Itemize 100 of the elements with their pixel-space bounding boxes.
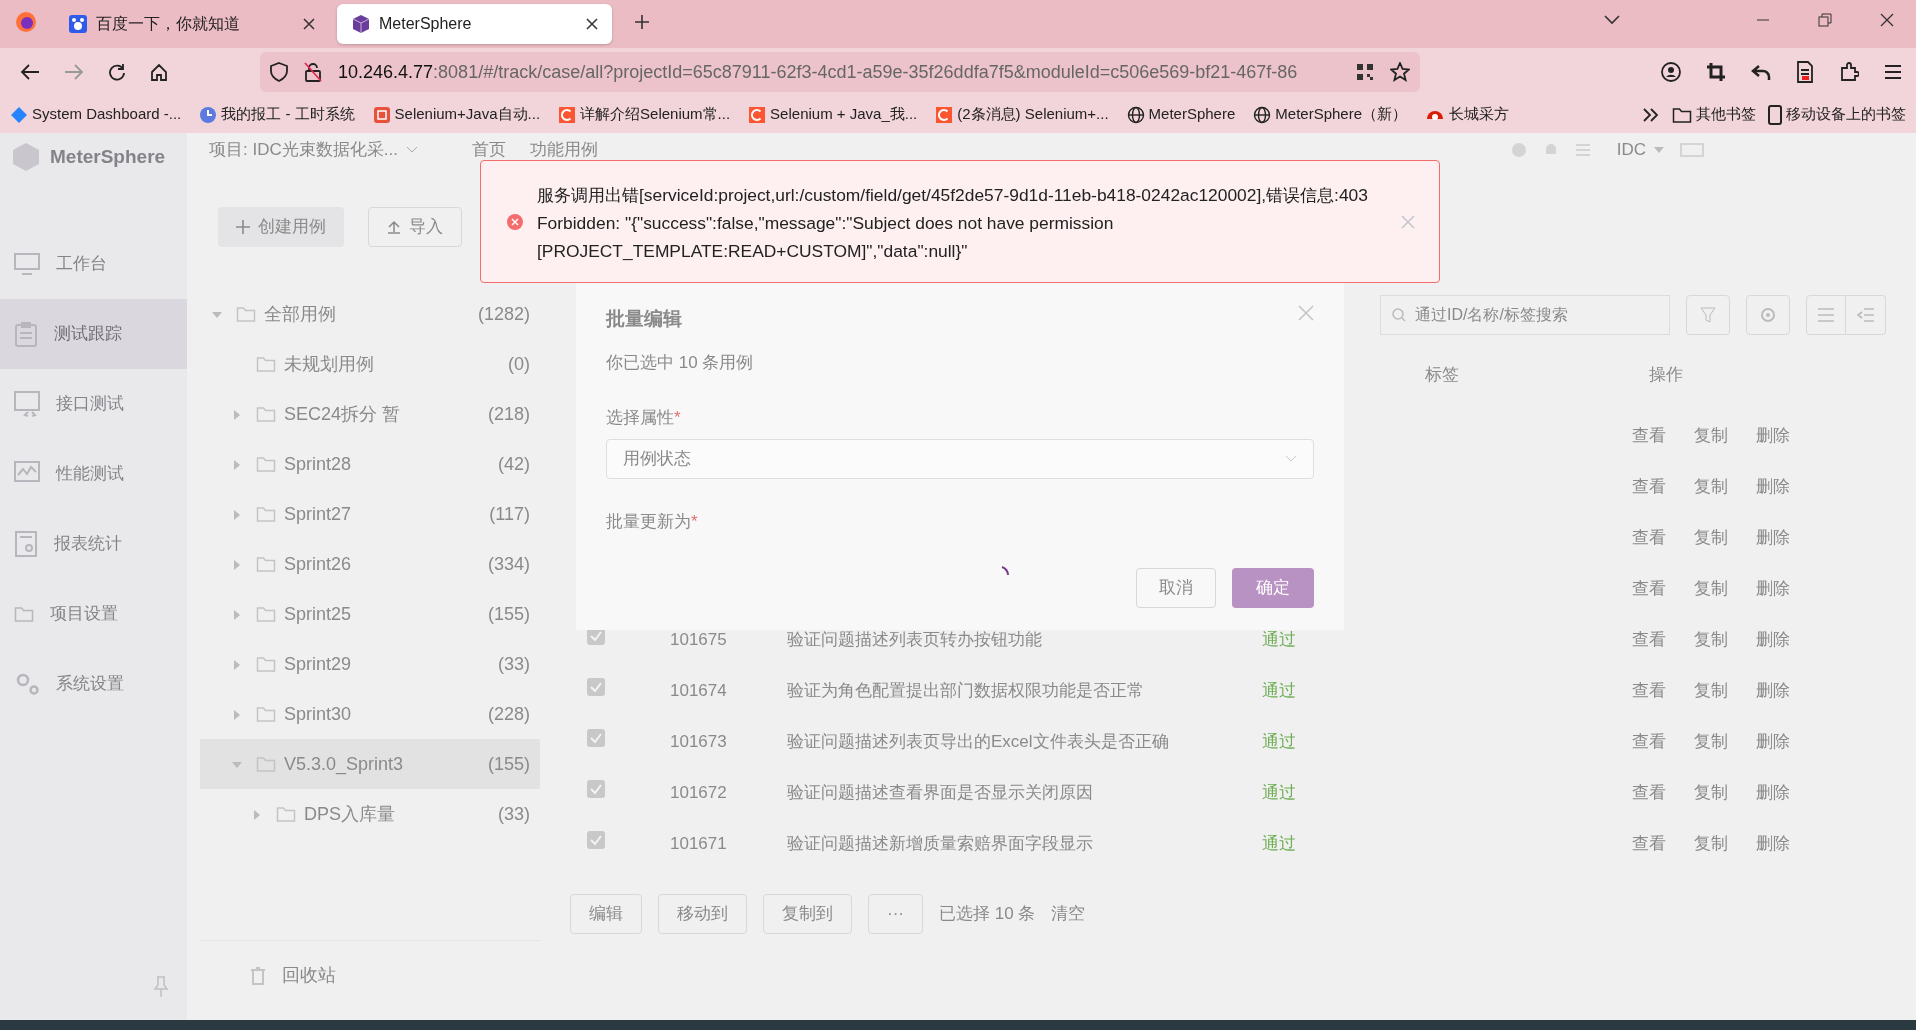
- close-icon[interactable]: [1880, 13, 1894, 27]
- bookmark-link[interactable]: MeterSphere: [1126, 103, 1236, 126]
- search-field[interactable]: 通过ID/名称/标签搜索: [1380, 295, 1670, 335]
- browser-tab[interactable]: 百度一下，你就知道: [54, 4, 329, 44]
- filter-button[interactable]: [1686, 295, 1730, 335]
- menu-icon[interactable]: [1884, 64, 1902, 80]
- bookmark-link[interactable]: MeterSphere（新）: [1253, 103, 1407, 126]
- action-link[interactable]: 删除: [1756, 830, 1790, 857]
- checkbox[interactable]: [587, 677, 605, 696]
- bookmark-folder[interactable]: 移动设备上的书签: [1768, 103, 1906, 126]
- restore-icon[interactable]: [1818, 13, 1832, 27]
- caret-right-icon[interactable]: [232, 559, 242, 570]
- puzzle-icon[interactable]: [1839, 62, 1859, 82]
- bookmark-link[interactable]: Selenium+Java自动...: [372, 103, 541, 126]
- action-link[interactable]: 删除: [1756, 779, 1790, 806]
- action-link[interactable]: 删除: [1756, 677, 1790, 704]
- footer-button[interactable]: ···: [868, 894, 923, 934]
- sidebar-item[interactable]: 项目设置: [0, 579, 187, 649]
- close-icon[interactable]: [586, 18, 598, 30]
- action-link[interactable]: 复制: [1694, 677, 1728, 704]
- plus-icon[interactable]: [634, 14, 650, 30]
- qr-code-icon[interactable]: [1356, 63, 1374, 81]
- tree-node[interactable]: SEC24拆分 暂 (218): [200, 389, 540, 439]
- action-link[interactable]: 查看: [1632, 473, 1666, 500]
- tree-node[interactable]: Sprint26 (334): [200, 539, 540, 589]
- sidebar-item[interactable]: 系统设置: [0, 649, 187, 719]
- caret-right-icon[interactable]: [232, 609, 242, 620]
- chevron-down-icon[interactable]: [1604, 15, 1620, 25]
- bookmark-folder[interactable]: 其他书签: [1672, 103, 1756, 126]
- tree-node[interactable]: DPS入库量 (33): [200, 789, 540, 839]
- undo-arrow-icon[interactable]: [1751, 63, 1771, 81]
- settings-button[interactable]: [1746, 295, 1790, 335]
- caret-right-icon[interactable]: [232, 409, 242, 420]
- caret-right-icon[interactable]: [232, 509, 242, 520]
- bookmark-link[interactable]: System Dashboard -...: [10, 103, 182, 126]
- address-bar[interactable]: 10.246.4.77:8081/#/track/case/all?projectId=65c87911-62f3-4cd1-a59e-35f26ddfa7f5&moduleId=c506e569-bf21-467f-86: [260, 52, 1420, 92]
- action-link[interactable]: 查看: [1632, 626, 1666, 653]
- bookmark-link[interactable]: (2条消息) Selenium+...: [935, 103, 1109, 126]
- action-link[interactable]: 删除: [1756, 524, 1790, 551]
- tree-node[interactable]: 未规划用例 (0): [200, 339, 540, 389]
- caret-down-icon[interactable]: [212, 309, 222, 320]
- star-icon[interactable]: [1390, 62, 1410, 82]
- bookmark-link[interactable]: 长城采方: [1425, 103, 1509, 126]
- action-link[interactable]: 复制: [1694, 524, 1728, 551]
- sidebar-item[interactable]: 性能测试: [0, 439, 187, 509]
- select-field[interactable]: 用例状态: [606, 438, 1314, 479]
- checkbox[interactable]: [587, 779, 605, 798]
- back-arrow-icon[interactable]: [20, 63, 40, 81]
- browser-tab[interactable]: MeterSphere: [337, 4, 612, 44]
- caret-right-icon[interactable]: [232, 709, 242, 720]
- caret-right-icon[interactable]: [232, 659, 242, 670]
- action-link[interactable]: 复制: [1694, 473, 1728, 500]
- sidebar-item[interactable]: 接口测试: [0, 369, 187, 439]
- action-link[interactable]: 删除: [1756, 728, 1790, 755]
- action-link[interactable]: 复制: [1694, 626, 1728, 653]
- reload-icon[interactable]: [108, 63, 126, 81]
- home-icon[interactable]: [150, 63, 168, 81]
- collapse-list-button[interactable]: [1846, 295, 1886, 335]
- action-link[interactable]: 复制: [1694, 575, 1728, 602]
- action-link[interactable]: 查看: [1632, 728, 1666, 755]
- action-link[interactable]: 删除: [1756, 575, 1790, 602]
- action-link[interactable]: 查看: [1632, 524, 1666, 551]
- workspace-selector[interactable]: IDC: [1616, 137, 1664, 163]
- action-link[interactable]: 删除: [1756, 473, 1790, 500]
- action-link[interactable]: 查看: [1632, 422, 1666, 449]
- sidebar-item[interactable]: 工作台: [0, 229, 187, 299]
- tree-node[interactable]: Sprint30 (228): [200, 689, 540, 739]
- tree-node[interactable]: 全部用例 (1282): [200, 289, 540, 339]
- action-link[interactable]: 查看: [1632, 677, 1666, 704]
- bookmark-link[interactable]: 详解介绍Selenium常...: [558, 103, 731, 126]
- action-link[interactable]: 删除: [1756, 422, 1790, 449]
- action-link[interactable]: 复制: [1694, 422, 1728, 449]
- action-link[interactable]: 复制: [1694, 779, 1728, 806]
- footer-button[interactable]: 移动到: [658, 894, 747, 934]
- bookmark-link[interactable]: 我的报工 - 工时系统: [199, 103, 355, 126]
- double-chevron-icon[interactable]: [1642, 106, 1660, 123]
- caret-down-icon[interactable]: [232, 759, 242, 770]
- checkbox[interactable]: [587, 830, 605, 849]
- tree-node[interactable]: Sprint25 (155): [200, 589, 540, 639]
- action-link[interactable]: 复制: [1694, 830, 1728, 857]
- cancel-button[interactable]: 取消: [1136, 568, 1216, 608]
- crop-icon[interactable]: [1706, 62, 1726, 82]
- forward-arrow-icon[interactable]: [64, 63, 84, 81]
- list-icon[interactable]: [1574, 141, 1591, 158]
- sidebar-item[interactable]: 测试跟踪: [0, 299, 187, 369]
- caret-right-icon[interactable]: [252, 809, 262, 820]
- nav-link[interactable]: 功能用例: [529, 137, 598, 163]
- tree-node[interactable]: Sprint27 (117): [200, 489, 540, 539]
- list-view-button[interactable]: [1806, 295, 1846, 335]
- project-selector[interactable]: 项目: IDC光束数据化采...: [209, 137, 418, 163]
- footer-button[interactable]: 复制到: [763, 894, 852, 934]
- clear-link[interactable]: 清空: [1051, 901, 1086, 927]
- confirm-button[interactable]: 确定: [1232, 568, 1314, 608]
- pin-icon[interactable]: [153, 976, 169, 998]
- action-link[interactable]: 删除: [1756, 626, 1790, 653]
- checkbox[interactable]: [587, 728, 605, 747]
- tree-node[interactable]: V5.3.0_Sprint3 (155): [200, 739, 540, 789]
- close-icon[interactable]: [303, 18, 315, 30]
- tree-node[interactable]: Sprint29 (33): [200, 639, 540, 689]
- document-icon[interactable]: [1796, 61, 1814, 83]
